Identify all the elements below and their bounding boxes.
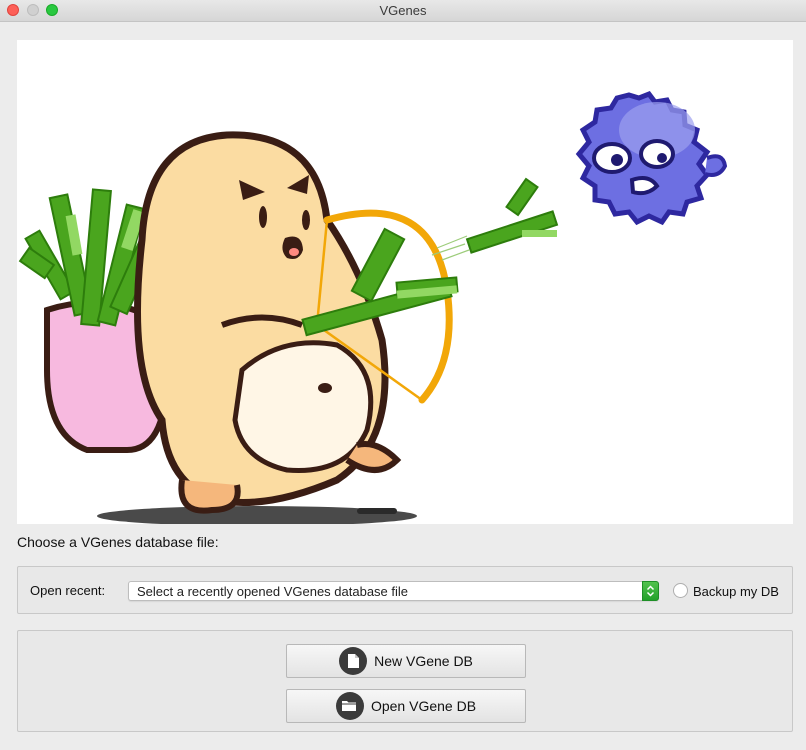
backup-db-label: Backup my DB <box>693 584 779 599</box>
database-actions-group: New VGene DB Open VGene DB <box>17 630 793 732</box>
new-vgene-db-button[interactable]: New VGene DB <box>286 644 526 678</box>
open-vgene-db-button[interactable]: Open VGene DB <box>286 689 526 723</box>
choose-database-prompt: Choose a VGenes database file: <box>17 534 219 550</box>
recent-database-combobox[interactable]: Select a recently opened VGenes database… <box>128 581 659 601</box>
open-vgene-db-label: Open VGene DB <box>370 698 477 714</box>
window-title: VGenes <box>379 3 427 18</box>
open-recent-group: Open recent: Select a recently opened VG… <box>17 566 793 614</box>
recent-database-combobox-value: Select a recently opened VGenes database… <box>137 584 409 599</box>
title-bar: VGenes <box>0 0 806 22</box>
document-icon <box>339 647 368 675</box>
open-recent-label: Open recent: <box>30 583 106 598</box>
backup-db-radio[interactable] <box>673 583 688 598</box>
combobox-arrows-icon[interactable] <box>642 581 659 601</box>
splash-illustration <box>17 40 793 524</box>
folder-icon <box>335 692 364 720</box>
new-vgene-db-label: New VGene DB <box>374 653 473 669</box>
